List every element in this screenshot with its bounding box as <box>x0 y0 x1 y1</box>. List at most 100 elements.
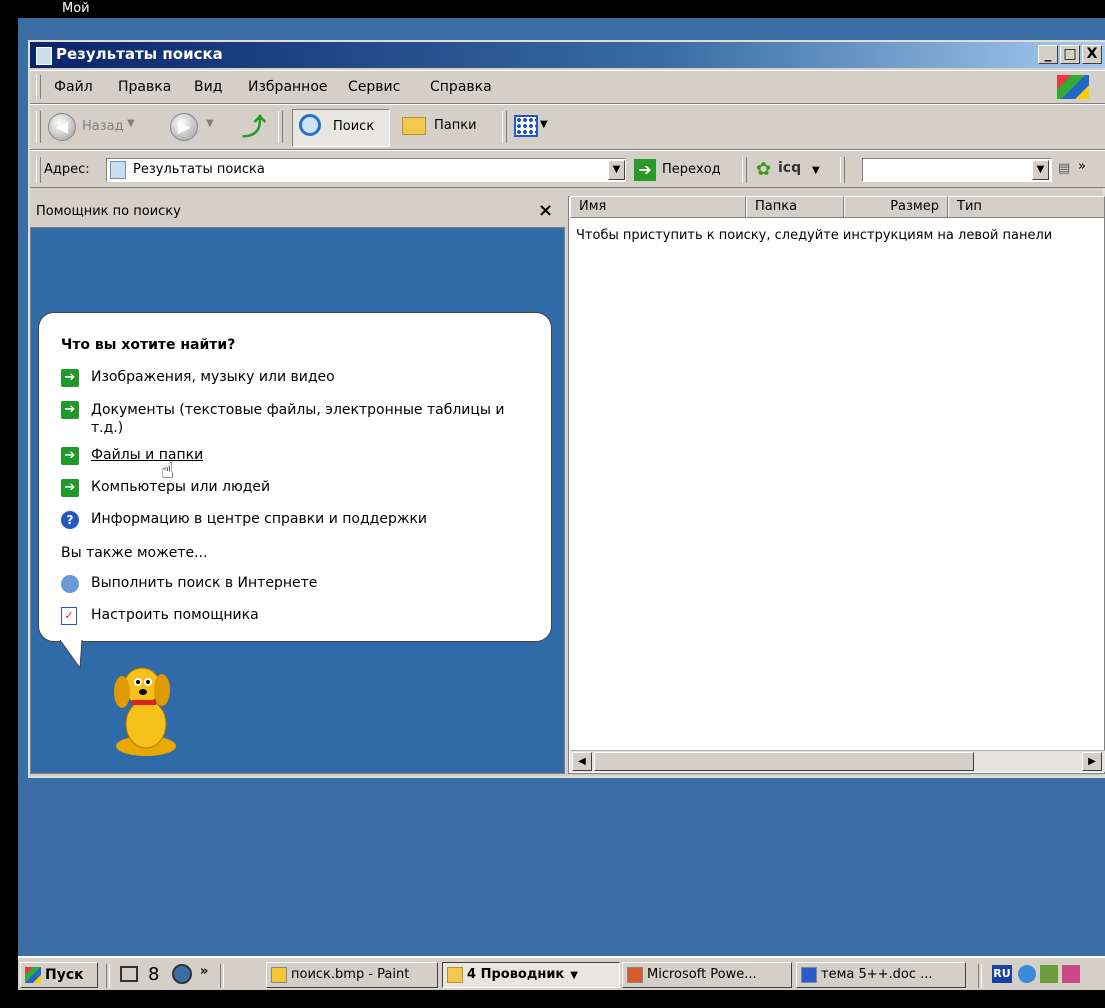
option-files-folders[interactable]: Файлы и папки <box>91 447 203 463</box>
option-arrow-icon[interactable]: ➔ <box>61 479 79 497</box>
toolbar-separator-2 <box>502 111 507 143</box>
option-internet-search[interactable]: Выполнить поиск в Интернете <box>91 575 317 591</box>
address-value: Результаты поиска <box>133 162 265 177</box>
search-pane-title: Помощник по поиску <box>36 204 181 219</box>
address-dropdown-button[interactable]: ▼ <box>608 160 625 180</box>
taskbar-separator-2 <box>220 964 224 988</box>
tray-network-icon[interactable] <box>1018 965 1036 983</box>
column-name[interactable]: Имя <box>570 196 746 218</box>
tray-icq-icon[interactable] <box>1040 965 1058 983</box>
task-paint[interactable]: поиск.bmp - Paint <box>266 962 438 988</box>
option-arrow-icon[interactable]: ➔ <box>61 369 79 387</box>
taskbar: Пуск 8 » поиск.bmp - Paint 4 Проводник ▼ … <box>18 956 1105 990</box>
menu-tools[interactable]: Сервис <box>348 79 400 95</box>
views-icon[interactable] <box>514 115 538 137</box>
toolbar-separator <box>278 111 283 143</box>
show-desktop-icon[interactable] <box>120 966 138 982</box>
option-computers-people[interactable]: Компьютеры или людей <box>91 479 270 495</box>
address-bar: Адрес: Результаты поиска ▼ ➔ Переход ✿ i… <box>30 150 1105 188</box>
toolbar-grip <box>36 111 41 143</box>
search-balloon: Что вы хотите найти? ➔ Изображения, музы… <box>38 312 552 642</box>
explorer-folder-icon <box>447 966 463 983</box>
start-button[interactable]: Пуск <box>20 962 98 988</box>
task-powerpoint[interactable]: Microsoft Powe... <box>622 962 792 988</box>
go-button-label[interactable]: Переход <box>662 162 721 177</box>
task-paint-label: поиск.bmp - Paint <box>291 967 410 982</box>
folders-button[interactable]: Папки <box>398 109 494 145</box>
column-size[interactable]: Размер <box>844 196 948 218</box>
menu-edit[interactable]: Правка <box>118 79 171 95</box>
help-center-icon[interactable]: ? <box>61 511 79 529</box>
maximize-button[interactable]: □ <box>1060 45 1080 64</box>
messenger-icon[interactable]: 8 <box>148 964 159 985</box>
menu-file[interactable]: Файл <box>54 79 93 95</box>
search-results-icon <box>110 161 126 179</box>
option-media[interactable]: Изображения, музыку или видео <box>91 369 335 385</box>
desktop-icon-label[interactable]: Мой <box>62 0 90 18</box>
back-dropdown-icon[interactable]: ▼ <box>127 118 135 129</box>
media-player-icon[interactable] <box>172 964 192 984</box>
language-indicator[interactable]: RU <box>992 965 1012 983</box>
task-powerpoint-label: Microsoft Powe... <box>647 967 757 982</box>
up-folder-icon[interactable]: ⤴ <box>242 113 268 141</box>
scroll-right-icon[interactable]: ▶ <box>1082 752 1102 771</box>
scroll-thumb[interactable] <box>594 752 974 771</box>
tray-app-icon[interactable] <box>1062 965 1080 983</box>
internet-search-icon[interactable] <box>61 575 79 593</box>
menu-bar: Файл Правка Вид Избранное Сервис Справка <box>30 70 1105 104</box>
windows-logo-icon <box>1057 75 1089 99</box>
results-pane <box>568 196 1105 774</box>
task-word[interactable]: тема 5++.doc ... <box>796 962 966 988</box>
search-dog-icon[interactable] <box>104 662 194 762</box>
horizontal-scrollbar[interactable]: ◀ ▶ <box>570 750 1105 772</box>
powerpoint-icon <box>627 966 643 983</box>
column-folder[interactable]: Папка <box>746 196 844 218</box>
more-chevron-icon[interactable]: » <box>1078 159 1086 174</box>
icq-dropdown-icon[interactable]: ▼ <box>812 165 820 176</box>
icq-search-dropdown-button[interactable]: ▼ <box>1032 160 1049 180</box>
option-arrow-icon[interactable]: ➔ <box>61 447 79 465</box>
task-explorer-label: 4 Проводник <box>467 967 565 982</box>
tray-separator <box>978 964 982 988</box>
title-bar[interactable]: Результаты поиска _ □ X <box>30 42 1105 68</box>
page-icon: ▤ <box>1058 161 1071 176</box>
forward-dropdown-icon[interactable]: ▼ <box>206 118 214 129</box>
scroll-left-icon[interactable]: ◀ <box>572 752 592 771</box>
icq-label[interactable]: icq <box>778 160 801 176</box>
search-window-icon <box>36 47 52 65</box>
also-label: Вы также можете... <box>61 545 208 561</box>
back-button-label[interactable]: Назад <box>82 119 124 134</box>
icq-flower-icon[interactable]: ✿ <box>756 159 771 180</box>
window-title: Результаты поиска <box>56 45 223 63</box>
views-dropdown-icon[interactable]: ▼ <box>540 119 548 130</box>
menu-favorites[interactable]: Избранное <box>248 79 328 95</box>
icq-search-field[interactable] <box>862 158 1052 182</box>
paint-icon <box>271 966 287 983</box>
minimize-button[interactable]: _ <box>1038 45 1058 64</box>
go-arrow-icon[interactable]: ➔ <box>634 159 656 181</box>
option-help-center[interactable]: Информацию в центре справки и поддержки <box>91 511 427 527</box>
magnifier-icon <box>299 114 321 136</box>
close-button[interactable]: X <box>1082 45 1102 64</box>
address-field[interactable]: Результаты поиска <box>106 158 626 182</box>
back-arrow-icon[interactable]: ◀ <box>48 113 76 141</box>
menu-view[interactable]: Вид <box>194 79 222 95</box>
search-pane-header: Помощник по поиску × <box>30 196 565 228</box>
search-button[interactable]: Поиск <box>292 109 390 147</box>
task-explorer[interactable]: 4 Проводник ▼ <box>442 962 620 988</box>
option-documents[interactable]: Документы (текстовые файлы, электронные … <box>91 401 531 437</box>
start-label: Пуск <box>45 967 84 983</box>
option-change-preferences[interactable]: Настроить помощника <box>91 607 259 623</box>
menu-help[interactable]: Справка <box>430 79 492 95</box>
forward-arrow-icon[interactable]: ▶ <box>170 113 198 141</box>
taskbar-separator <box>106 964 110 988</box>
search-button-label: Поиск <box>333 119 375 134</box>
search-question: Что вы хотите найти? <box>61 337 236 353</box>
standard-toolbar: ◀ Назад ▼ ▶ ▼ ⤴ Поиск Папки ▼ <box>30 104 1105 150</box>
icq-separator <box>840 157 845 183</box>
option-arrow-icon[interactable]: ➔ <box>61 401 79 419</box>
column-type[interactable]: Тип <box>948 196 1105 218</box>
close-pane-icon[interactable]: × <box>538 200 553 221</box>
quicklaunch-more-icon[interactable]: » <box>200 964 208 979</box>
preferences-icon[interactable]: ✓ <box>61 607 77 625</box>
